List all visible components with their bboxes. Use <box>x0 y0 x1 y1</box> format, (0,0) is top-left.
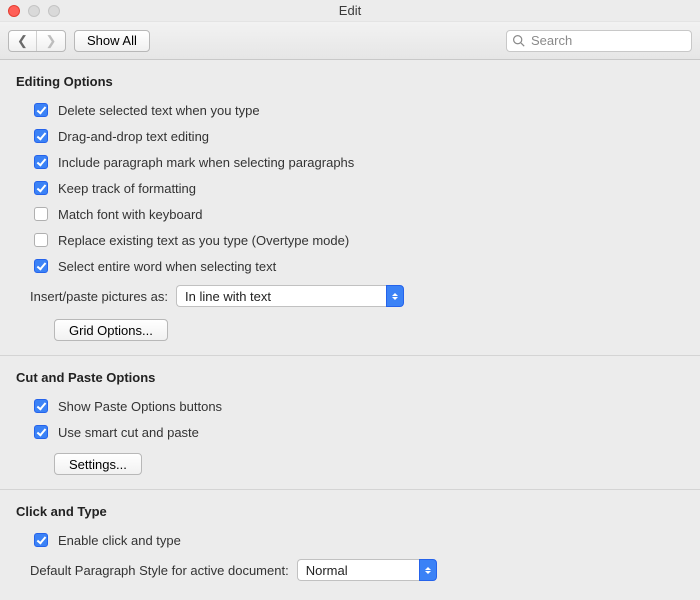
checkbox-show-paste-options[interactable] <box>34 399 48 413</box>
checkbox-row: Drag-and-drop text editing <box>30 123 684 149</box>
select-stepper-icon <box>386 285 404 307</box>
default-paragraph-style-label: Default Paragraph Style for active docum… <box>30 563 289 578</box>
search-icon <box>512 34 525 47</box>
back-button[interactable]: ❮ <box>9 31 37 51</box>
minimize-icon <box>28 5 40 17</box>
checkbox-match-font[interactable] <box>34 207 48 221</box>
window-controls <box>8 5 60 17</box>
checkbox-label[interactable]: Delete selected text when you type <box>58 103 260 118</box>
checkbox-row: Show Paste Options buttons <box>30 393 684 419</box>
titlebar: Edit <box>0 0 700 22</box>
checkbox-label[interactable]: Use smart cut and paste <box>58 425 199 440</box>
cut-paste-options-list: Show Paste Options buttons Use smart cut… <box>16 393 684 475</box>
search-input[interactable] <box>506 30 692 52</box>
checkbox-row: Replace existing text as you type (Overt… <box>30 227 684 253</box>
section-editing-options: Editing Options Delete selected text whe… <box>0 60 700 356</box>
select-value: Normal <box>297 559 419 581</box>
checkbox-label[interactable]: Include paragraph mark when selecting pa… <box>58 155 354 170</box>
zoom-icon <box>48 5 60 17</box>
section-heading: Click and Type <box>16 504 684 519</box>
section-heading: Editing Options <box>16 74 684 89</box>
content-scroll[interactable]: Editing Options Delete selected text whe… <box>0 60 700 600</box>
editing-options-list: Delete selected text when you type Drag-… <box>16 97 684 341</box>
select-stepper-icon <box>419 559 437 581</box>
checkbox-label[interactable]: Select entire word when selecting text <box>58 259 276 274</box>
grid-options-row: Grid Options... <box>30 311 684 341</box>
checkbox-label[interactable]: Show Paste Options buttons <box>58 399 222 414</box>
checkbox-row: Select entire word when selecting text <box>30 253 684 279</box>
toolbar: ❮ ❯ Show All <box>0 22 700 60</box>
nav-segment: ❮ ❯ <box>8 30 66 52</box>
checkbox-row: Match font with keyboard <box>30 201 684 227</box>
insert-pictures-select[interactable]: In line with text <box>176 285 404 307</box>
search-wrap <box>506 30 692 52</box>
checkbox-row: Keep track of formatting <box>30 175 684 201</box>
checkbox-label[interactable]: Enable click and type <box>58 533 181 548</box>
forward-button: ❯ <box>37 31 65 51</box>
default-paragraph-style-select[interactable]: Normal <box>297 559 437 581</box>
checkbox-label[interactable]: Replace existing text as you type (Overt… <box>58 233 349 248</box>
close-icon[interactable] <box>8 5 20 17</box>
checkbox-select-entire-word[interactable] <box>34 259 48 273</box>
settings-row: Settings... <box>30 445 684 475</box>
checkbox-enable-click-and-type[interactable] <box>34 533 48 547</box>
checkbox-label[interactable]: Drag-and-drop text editing <box>58 129 209 144</box>
checkbox-smart-cut-paste[interactable] <box>34 425 48 439</box>
click-and-type-list: Enable click and type Default Paragraph … <box>16 527 684 585</box>
show-all-button[interactable]: Show All <box>74 30 150 52</box>
section-cut-paste-options: Cut and Paste Options Show Paste Options… <box>0 356 700 490</box>
checkbox-row: Include paragraph mark when selecting pa… <box>30 149 684 175</box>
grid-options-button[interactable]: Grid Options... <box>54 319 168 341</box>
checkbox-row: Use smart cut and paste <box>30 419 684 445</box>
checkbox-overtype[interactable] <box>34 233 48 247</box>
default-paragraph-style-row: Default Paragraph Style for active docum… <box>30 553 684 585</box>
checkbox-label[interactable]: Keep track of formatting <box>58 181 196 196</box>
checkbox-label[interactable]: Match font with keyboard <box>58 207 203 222</box>
insert-pictures-label: Insert/paste pictures as: <box>30 289 168 304</box>
select-value: In line with text <box>176 285 386 307</box>
settings-button[interactable]: Settings... <box>54 453 142 475</box>
chevron-left-icon: ❮ <box>17 34 28 47</box>
checkbox-drag-drop[interactable] <box>34 129 48 143</box>
section-heading: Cut and Paste Options <box>16 370 684 385</box>
checkbox-row: Delete selected text when you type <box>30 97 684 123</box>
checkbox-track-formatting[interactable] <box>34 181 48 195</box>
window-title: Edit <box>0 3 700 18</box>
checkbox-delete-selected[interactable] <box>34 103 48 117</box>
chevron-right-icon: ❯ <box>46 34 57 47</box>
checkbox-include-paragraph-mark[interactable] <box>34 155 48 169</box>
section-click-and-type: Click and Type Enable click and type Def… <box>0 490 700 600</box>
insert-pictures-row: Insert/paste pictures as: In line with t… <box>30 279 684 311</box>
checkbox-row: Enable click and type <box>30 527 684 553</box>
